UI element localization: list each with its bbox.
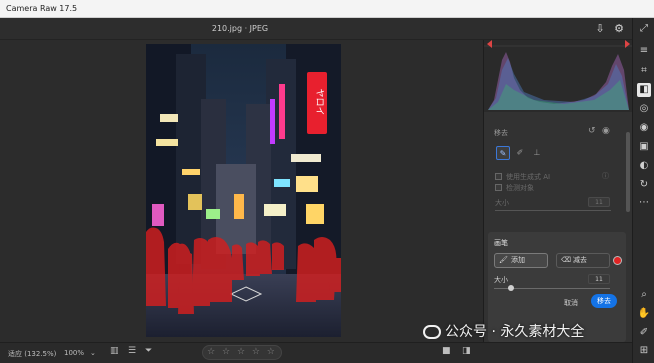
brush-subtract-icon: ⌫	[561, 256, 571, 264]
image-canvas[interactable]: ヤロイ	[0, 40, 483, 342]
hand-icon[interactable]: ✋	[637, 307, 651, 321]
filmstrip-icon[interactable]: ▥	[110, 346, 119, 356]
rating-stars[interactable]: ☆ ☆ ☆ ☆ ☆	[202, 345, 282, 360]
brush-subtract-label: 减去	[573, 256, 587, 264]
fullscreen-icon[interactable]: ⤢	[637, 22, 651, 36]
brush-size-label: 大小	[494, 276, 508, 284]
presets-icon[interactable]: ▣	[637, 140, 651, 154]
brush-card-title: 画笔	[494, 239, 508, 247]
save-icon[interactable]: ⇩	[592, 21, 608, 37]
file-info-bar: 210.jpg · JPEG ⇩ ⚙	[0, 18, 632, 40]
visibility-eye-icon[interactable]: ◉	[602, 126, 610, 136]
reset-icon[interactable]: ↺	[588, 126, 596, 136]
info-icon[interactable]: ⓘ	[602, 171, 609, 181]
brush-size-slider-knob[interactable]	[508, 285, 514, 291]
edit-sliders-icon[interactable]: ≡	[637, 44, 651, 58]
sort-icon[interactable]: ☰	[128, 346, 136, 356]
brush-subtract-button[interactable]: ⌫ 减去	[556, 253, 610, 268]
brush-add-icon: 🖌	[499, 256, 508, 264]
gear-icon[interactable]: ⚙	[611, 21, 627, 37]
generative-ai-label: 使用生成式 AI	[506, 173, 551, 181]
brush-add-button[interactable]: 🖌 添加	[494, 253, 548, 268]
tool-rail: ⤢ ≡ ⌗ ◧ ◎ ◉ ▣ ◐ ↻ ⋯ ⌕ ✋ ✐ ⊞	[632, 18, 654, 363]
crop-icon[interactable]: ⌗	[637, 64, 651, 78]
detect-objects-label: 检测对象	[506, 184, 534, 192]
remove-size-label: 大小	[495, 199, 509, 207]
brush-add-label: 添加	[511, 256, 525, 264]
watermark: 公众号 · 永久素材大全	[423, 321, 635, 341]
panel-scrollbar[interactable]	[626, 132, 630, 212]
clone-tool-button[interactable]: ⊥	[530, 146, 544, 160]
remove-section-title: 移去	[494, 129, 508, 137]
view-single-icon[interactable]: ■	[442, 346, 451, 356]
brush-size-value[interactable]: 11	[588, 274, 610, 284]
zoom-100-button[interactable]: 100%	[64, 349, 84, 357]
apply-remove-button[interactable]: 移去	[591, 294, 617, 308]
snapshots-icon[interactable]: ◐	[637, 159, 651, 173]
remove-size-slider[interactable]	[495, 210, 611, 211]
detect-objects-checkbox[interactable]	[495, 184, 502, 191]
reset-sync-icon[interactable]: ↻	[637, 178, 651, 192]
bottom-toolbar: 适应 (132.5%) 100% ⌄ ▥ ☰ ⏷ ☆ ☆ ☆ ☆ ☆ ■ ◨	[0, 342, 632, 363]
neon-sign-text: ヤロイ	[314, 88, 324, 115]
watermark-text: 公众号 · 永久素材大全	[445, 324, 585, 340]
generative-ai-checkbox[interactable]	[495, 173, 502, 180]
cancel-button[interactable]: 取消	[564, 298, 578, 308]
edit-panel: 移去 ↺ ◉ ✎ ✐ ⊥ 使用生成式 AI ⓘ 检测对象 大小 11 画笔 🖌 …	[483, 40, 633, 342]
grid-icon[interactable]: ⊞	[637, 344, 651, 358]
heal-tool-button[interactable]: ✐	[513, 146, 527, 160]
window-titlebar: Camera Raw 17.5	[0, 0, 654, 18]
histogram	[484, 40, 633, 112]
remove-size-value[interactable]: 11	[588, 197, 610, 207]
wechat-icon	[423, 325, 441, 339]
zoom-icon[interactable]: ⌕	[637, 288, 651, 302]
fit-zoom-button[interactable]: 适应 (132.5%)	[8, 349, 56, 359]
zoom-dropdown-icon[interactable]: ⌄	[90, 349, 96, 357]
remove-eraser-icon[interactable]: ◧	[637, 83, 651, 97]
redeye-icon[interactable]: ◉	[637, 121, 651, 135]
remove-tool-button[interactable]: ✎	[496, 146, 510, 160]
app-title: Camera Raw 17.5	[6, 4, 78, 13]
masking-icon[interactable]: ◎	[637, 102, 651, 116]
filter-icon[interactable]: ⏷	[145, 346, 152, 356]
overlay-color-swatch[interactable]	[613, 256, 622, 265]
more-options-icon[interactable]: ⋯	[637, 196, 651, 210]
before-after-icon[interactable]: ◨	[462, 346, 471, 356]
color-sampler-icon[interactable]: ✐	[637, 326, 651, 340]
photo-preview[interactable]: ヤロイ	[146, 44, 341, 337]
file-name: 210.jpg · JPEG	[211, 24, 269, 33]
